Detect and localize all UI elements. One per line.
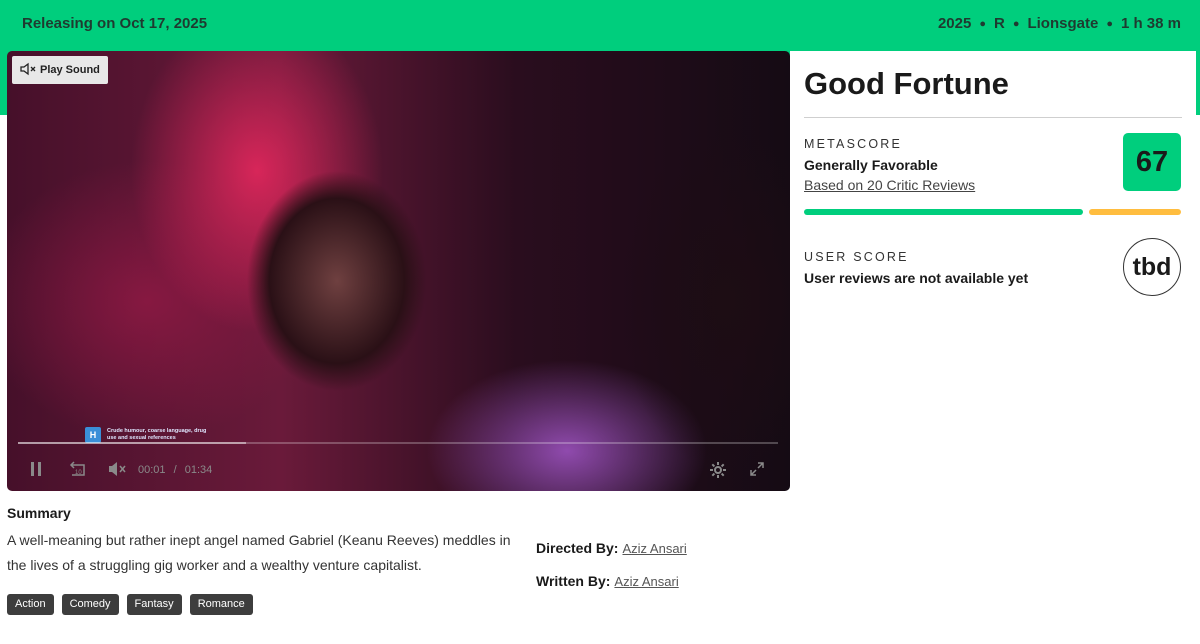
metascore-mixed-bar bbox=[1089, 209, 1181, 215]
video-frame-figure-shadow bbox=[607, 111, 790, 491]
player-controls: 10 00:01 / 01:34 bbox=[7, 457, 790, 485]
written-by-label: Written By: bbox=[536, 573, 611, 589]
title-divider bbox=[804, 117, 1182, 118]
release-date: Releasing on Oct 17, 2025 bbox=[22, 15, 208, 32]
progress-fill bbox=[18, 442, 246, 444]
metascore-badge[interactable]: 67 bbox=[1123, 133, 1181, 191]
directed-by-label: Directed By: bbox=[536, 540, 619, 556]
genre-tags: Action Comedy Fantasy Romance bbox=[7, 594, 253, 615]
studio: Lionsgate bbox=[1027, 15, 1099, 32]
director-link[interactable]: Aziz Ansari bbox=[622, 541, 686, 556]
movie-meta: 2025 ● R ● Lionsgate ● 1 h 38 m bbox=[938, 15, 1181, 32]
time-display: 00:01 / 01:34 bbox=[138, 464, 212, 476]
replay-10-icon[interactable]: 10 bbox=[68, 461, 88, 482]
summary-heading: Summary bbox=[7, 505, 71, 521]
play-sound-label: Play Sound bbox=[40, 64, 100, 76]
release-year: 2025 bbox=[937, 15, 972, 32]
play-sound-button[interactable]: Play Sound bbox=[12, 56, 108, 84]
separator-dot: ● bbox=[1106, 17, 1113, 30]
settings-icon[interactable] bbox=[709, 461, 727, 482]
director-credit: Directed By: Aziz Ansari bbox=[536, 540, 687, 556]
genre-tag-fantasy[interactable]: Fantasy bbox=[126, 594, 182, 615]
volume-icon[interactable] bbox=[108, 461, 128, 480]
time-separator: / bbox=[173, 464, 177, 476]
video-frame-figure bbox=[217, 91, 467, 471]
duration: 01:34 bbox=[184, 464, 213, 476]
fullscreen-icon[interactable] bbox=[749, 461, 765, 480]
score-panel: Good Fortune METASCORE Generally Favorab… bbox=[790, 51, 1196, 644]
writer-link[interactable]: Aziz Ansari bbox=[614, 574, 678, 589]
user-score-badge: tbd bbox=[1123, 238, 1181, 296]
genre-tag-comedy[interactable]: Comedy bbox=[61, 594, 119, 615]
summary-text: A well-meaning but rather inept angel na… bbox=[7, 532, 511, 573]
rating-notice-text: Crude humour, coarse language, drug use … bbox=[107, 428, 207, 441]
metascore-description: Generally Favorable bbox=[804, 157, 938, 173]
user-score-description: User reviews are not available yet bbox=[804, 270, 1029, 286]
content-rating-notice: H Crude humour, coarse language, drug us… bbox=[85, 427, 207, 443]
genre-tag-action[interactable]: Action bbox=[7, 594, 54, 615]
separator-dot: ● bbox=[979, 17, 986, 30]
movie-title: Good Fortune bbox=[804, 66, 1009, 101]
mpaa-rating: R bbox=[993, 15, 1005, 32]
metascore-positive-bar bbox=[804, 209, 1083, 215]
user-score-label: USER SCORE bbox=[804, 250, 909, 264]
critic-reviews-link[interactable]: Based on 20 Critic Reviews bbox=[804, 177, 975, 193]
separator-dot: ● bbox=[1012, 17, 1020, 30]
svg-text:10: 10 bbox=[75, 470, 82, 476]
progress-bar[interactable] bbox=[18, 442, 778, 444]
current-time: 00:01 bbox=[138, 464, 166, 476]
metascore-label: METASCORE bbox=[804, 137, 903, 151]
video-player[interactable]: Play Sound H Crude humour, coarse langua… bbox=[7, 51, 790, 491]
rating-icon: H bbox=[85, 427, 101, 443]
pause-icon[interactable] bbox=[29, 461, 43, 480]
runtime: 1 h 38 m bbox=[1120, 15, 1181, 32]
writer-credit: Written By: Aziz Ansari bbox=[536, 573, 679, 589]
genre-tag-romance[interactable]: Romance bbox=[189, 594, 253, 615]
mute-icon bbox=[20, 62, 36, 79]
release-bar: Releasing on Oct 17, 2025 2025 ● R ● Lio… bbox=[0, 0, 1200, 46]
